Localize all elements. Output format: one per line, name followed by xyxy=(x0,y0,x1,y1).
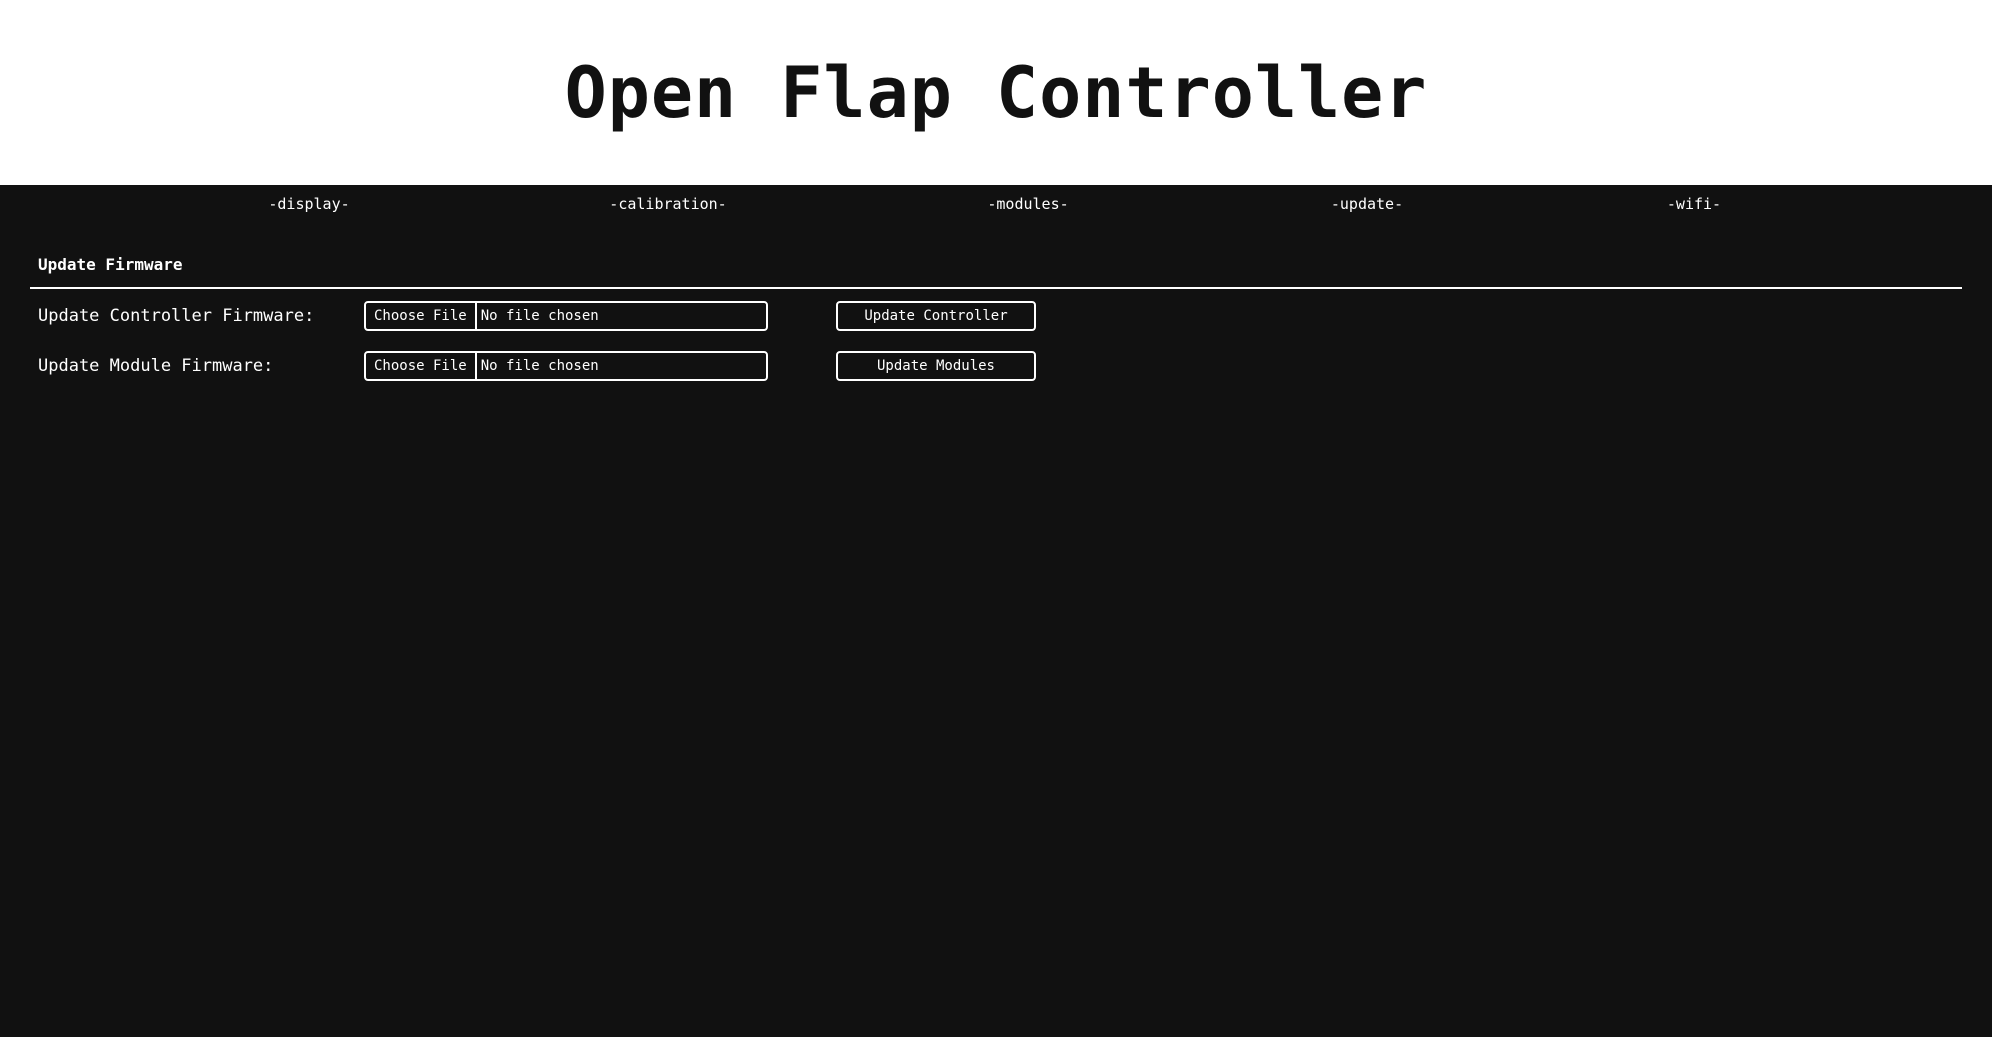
nav-item-display[interactable]: -display- xyxy=(268,195,349,213)
controller-firmware-row: Update Controller Firmware: Choose File … xyxy=(38,301,1036,331)
main-nav: -display- -calibration- -modules- -updat… xyxy=(0,185,1992,245)
controller-choose-file-button[interactable]: Choose File xyxy=(366,303,477,329)
controller-file-input[interactable]: Choose File No file chosen xyxy=(364,301,768,331)
nav-item-calibration[interactable]: -calibration- xyxy=(609,195,726,213)
module-firmware-label: Update Module Firmware: xyxy=(38,356,274,376)
controller-file-status: No file chosen xyxy=(480,308,599,324)
nav-item-modules[interactable]: -modules- xyxy=(987,195,1068,213)
module-choose-file-button[interactable]: Choose File xyxy=(366,353,477,379)
module-file-input[interactable]: Choose File No file chosen xyxy=(364,351,768,381)
section-title: Update Firmware xyxy=(38,255,183,274)
update-controller-button[interactable]: Update Controller xyxy=(836,301,1036,331)
update-modules-button[interactable]: Update Modules xyxy=(836,351,1036,381)
page-header: Open Flap Controller xyxy=(0,0,1992,185)
page-title: Open Flap Controller xyxy=(564,51,1428,134)
nav-item-update[interactable]: -update- xyxy=(1331,195,1403,213)
controller-firmware-label: Update Controller Firmware: xyxy=(38,306,315,326)
module-file-status: No file chosen xyxy=(480,358,599,374)
section-divider xyxy=(30,287,1962,289)
module-firmware-row: Update Module Firmware: Choose File No f… xyxy=(38,351,1036,381)
nav-item-wifi[interactable]: -wifi- xyxy=(1667,195,1721,213)
